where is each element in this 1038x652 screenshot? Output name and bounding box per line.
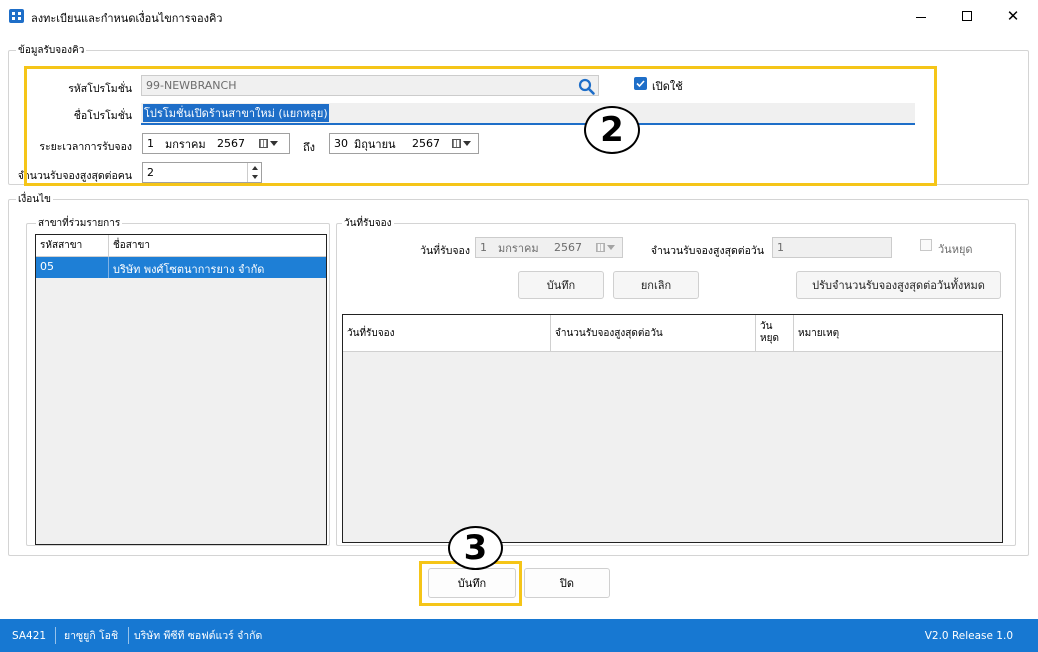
- day-save-button[interactable]: บันทึก: [518, 271, 604, 299]
- title-bar: ลงทะเบียนและกำหนดเงื่อนไขการจองคิว ✕: [0, 0, 1038, 32]
- conditions-legend: เงื่อนไข: [16, 192, 54, 207]
- booking-date-day: 1: [480, 241, 487, 254]
- minimize-icon: [916, 16, 926, 18]
- day-cancel-button[interactable]: ยกเลิก: [613, 271, 699, 299]
- max-per-day-label: จำนวนรับจองสูงสุดต่อวัน: [650, 245, 764, 257]
- booking-days-table-header: วันที่รับจอง จำนวนรับจองสูงสุดต่อวัน วัน…: [343, 315, 1002, 352]
- column-header-booking-date[interactable]: วันที่รับจอง: [343, 315, 551, 351]
- highlight-box-step2: [24, 66, 937, 186]
- dropdown-arrow-icon: [607, 245, 615, 250]
- status-divider: [55, 627, 56, 644]
- status-version: V2.0 Release 1.0: [924, 629, 1013, 642]
- column-header-remark[interactable]: หมายเหตุ: [794, 315, 1002, 351]
- branches-table[interactable]: รหัสสาขา ชื่อสาขา 05 บริษัท พงศ์โซตนาการ…: [35, 234, 327, 545]
- branches-table-header: รหัสสาขา ชื่อสาขา: [36, 235, 326, 257]
- adjust-all-button[interactable]: ปรับจำนวนรับจองสูงสุดต่อวันทั้งหมด: [796, 271, 1001, 299]
- app-icon: [9, 9, 24, 23]
- minimize-button[interactable]: [898, 0, 944, 32]
- max-per-day-value: 1: [777, 241, 784, 254]
- booking-date-label: วันที่รับจอง: [420, 245, 470, 257]
- booking-info-legend: ข้อมูลรับจองคิว: [16, 43, 87, 58]
- column-header-branch-code[interactable]: รหัสสาขา: [36, 235, 109, 256]
- booking-days-legend: วันที่รับจอง: [342, 216, 394, 231]
- close-icon: ✕: [1006, 7, 1020, 25]
- window-title: ลงทะเบียนและกำหนดเงื่อนไขการจองคิว: [31, 12, 223, 25]
- booking-date-picker: 1 มกราคม 2567: [475, 237, 623, 258]
- branch-name-cell: บริษัท พงศ์โซตนาการยาง จำกัด: [113, 263, 265, 276]
- status-divider: [128, 627, 129, 644]
- step3-badge: 3: [448, 526, 503, 570]
- table-row[interactable]: 05 บริษัท พงศ์โซตนาการยาง จำกัด: [36, 257, 326, 278]
- step2-badge: 2: [584, 106, 640, 154]
- column-header-holiday[interactable]: วัน หยุด: [756, 315, 794, 351]
- status-code: SA421: [12, 629, 47, 642]
- column-header-branch-name[interactable]: ชื่อสาขา: [109, 235, 326, 256]
- status-bar: SA421 ยาซูยูกิ โอชิ บริษัท พีซีที ซอฟต์แ…: [0, 619, 1038, 652]
- branches-legend: สาขาที่ร่วมรายการ: [36, 216, 123, 231]
- close-button[interactable]: ✕: [990, 0, 1036, 32]
- status-user: ยาซูยูกิ โอชิ: [64, 630, 119, 642]
- calendar-icon: [596, 243, 605, 252]
- booking-date-year: 2567: [554, 241, 582, 254]
- max-per-day-stepper: 1: [772, 237, 892, 258]
- booking-date-month: มกราคม: [498, 241, 539, 255]
- column-header-max-per-day[interactable]: จำนวนรับจองสูงสุดต่อวัน: [551, 315, 756, 351]
- maximize-button[interactable]: [944, 0, 990, 32]
- maximize-icon: [962, 11, 972, 21]
- holiday-checkbox: [920, 239, 932, 251]
- holiday-label: วันหยุด: [938, 243, 973, 256]
- status-company: บริษัท พีซีที ซอฟต์แวร์ จำกัด: [134, 630, 263, 642]
- booking-days-table[interactable]: วันที่รับจอง จำนวนรับจองสูงสุดต่อวัน วัน…: [342, 314, 1003, 543]
- branch-code-cell: 05: [36, 257, 109, 278]
- close-dialog-button[interactable]: ปิด: [524, 568, 610, 598]
